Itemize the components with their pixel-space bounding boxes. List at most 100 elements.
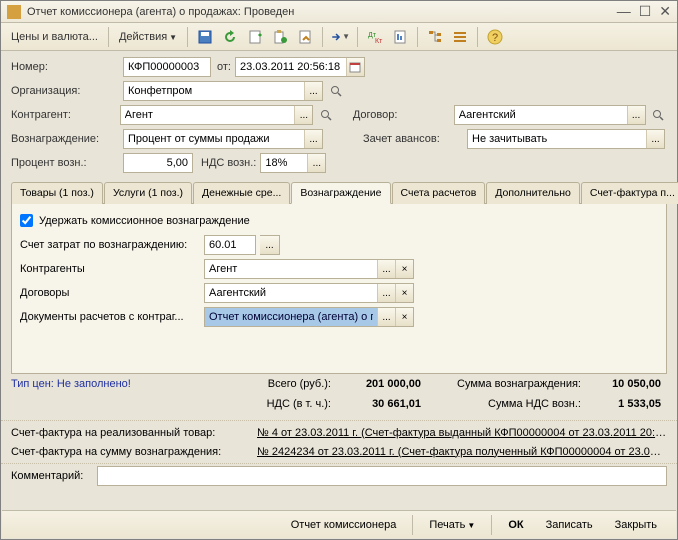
- tab-goods[interactable]: Товары (1 поз.): [11, 182, 103, 204]
- reward-sum-value: 10 050,00: [581, 378, 661, 390]
- totals-block: Тип цен: Не заполнено! Всего (руб.): 201…: [1, 374, 677, 420]
- contract-field[interactable]: ...: [454, 105, 646, 125]
- close-button[interactable]: ✕: [659, 3, 671, 20]
- org-magnify-icon[interactable]: [327, 85, 345, 97]
- sub-docs-label: Документы расчетов с контраг...: [20, 311, 200, 323]
- org-field[interactable]: ...: [123, 81, 323, 101]
- reward-vat-value: 1 533,05: [581, 398, 661, 410]
- invoice-block: Счет-фактура на реализованный товар: № 4…: [1, 420, 677, 463]
- go-icon[interactable]: ▼: [329, 27, 351, 47]
- org-label: Организация:: [11, 85, 119, 97]
- minimize-button[interactable]: —: [617, 3, 631, 20]
- window-title: Отчет комиссионера (агента) о продажах: …: [27, 6, 617, 18]
- titlebar: Отчет комиссионера (агента) о продажах: …: [1, 1, 677, 23]
- list-icon[interactable]: [449, 27, 471, 47]
- debit-credit-icon[interactable]: ДтКт: [364, 27, 386, 47]
- vat-field[interactable]: ...: [260, 153, 326, 173]
- tab-additional[interactable]: Дополнительно: [486, 182, 580, 204]
- sub-contract-label: Договоры: [20, 287, 200, 299]
- org-select-button[interactable]: ...: [304, 82, 322, 100]
- document-icon[interactable]: [244, 27, 266, 47]
- percent-label: Процент возн.:: [11, 157, 119, 169]
- cost-account-label: Счет затрат по вознаграждению:: [20, 239, 200, 251]
- date-field[interactable]: [235, 57, 365, 77]
- contract-magnify-icon[interactable]: [650, 109, 667, 121]
- reward-select-button[interactable]: ...: [304, 130, 322, 148]
- app-icon: [7, 5, 21, 19]
- refresh-icon[interactable]: [219, 27, 241, 47]
- print-dropdown[interactable]: Печать▼: [420, 516, 484, 534]
- transfer-icon[interactable]: [294, 27, 316, 47]
- sf-sale-label: Счет-фактура на реализованный товар:: [11, 427, 251, 439]
- tab-services[interactable]: Услуги (1 поз.): [104, 182, 192, 204]
- save-icon[interactable]: [194, 27, 216, 47]
- counterparty-magnify-icon[interactable]: [317, 109, 334, 121]
- number-field[interactable]: [123, 57, 211, 77]
- sub-contract-field[interactable]: ... ×: [204, 283, 414, 303]
- reward-vat-label: Сумма НДС возн.:: [421, 398, 581, 410]
- from-label: от:: [217, 61, 231, 73]
- prices-currency-button[interactable]: Цены и валюта...: [7, 29, 102, 45]
- sub-docs-clear[interactable]: ×: [395, 308, 413, 326]
- counterparty-field[interactable]: ...: [120, 105, 314, 125]
- hold-reward-checkbox[interactable]: [20, 214, 33, 227]
- sub-counterparty-field[interactable]: ... ×: [204, 259, 414, 279]
- maximize-button[interactable]: ☐: [639, 3, 652, 20]
- actions-dropdown[interactable]: Действия▼: [115, 29, 181, 45]
- reward-sum-label: Сумма вознаграждения:: [421, 378, 581, 390]
- sub-contract-clear[interactable]: ×: [395, 284, 413, 302]
- sf-reward-label: Счет-фактура на сумму вознаграждения:: [11, 446, 251, 458]
- reward-field[interactable]: ...: [123, 129, 323, 149]
- total-value: 201 000,00: [331, 378, 421, 390]
- clipboard-icon[interactable]: [269, 27, 291, 47]
- advance-label: Зачет авансов:: [363, 133, 463, 145]
- sub-docs-select[interactable]: ...: [377, 308, 395, 326]
- advance-select-button[interactable]: ...: [646, 130, 664, 148]
- vat-total-value: 30 661,01: [331, 398, 421, 410]
- comment-field[interactable]: [97, 466, 667, 486]
- sub-counterparty-select[interactable]: ...: [377, 260, 395, 278]
- toolbar: Цены и валюта... Действия▼ ▼ ДтКт ?: [1, 23, 677, 51]
- tab-accounts[interactable]: Счета расчетов: [392, 182, 486, 204]
- svg-text:Кт: Кт: [375, 38, 383, 45]
- cost-account-field[interactable]: [204, 235, 256, 255]
- sub-counterparty-label: Контрагенты: [20, 263, 200, 275]
- tab-reward[interactable]: Вознаграждение: [291, 182, 390, 204]
- vat-select-button[interactable]: ...: [307, 154, 325, 172]
- ok-button[interactable]: ОК: [499, 516, 532, 534]
- tab-reward-body: Удержать комиссионное вознаграждение Сче…: [11, 204, 667, 374]
- tab-strip: Товары (1 поз.) Услуги (1 поз.) Денежные…: [11, 181, 667, 204]
- counterparty-select-button[interactable]: ...: [294, 106, 312, 124]
- hold-reward-label: Удержать комиссионное вознаграждение: [39, 215, 250, 227]
- counterparty-label: Контрагент:: [11, 109, 116, 121]
- report-button[interactable]: Отчет комиссионера: [282, 516, 406, 534]
- sub-contract-select[interactable]: ...: [377, 284, 395, 302]
- bottom-bar: Отчет комиссионера Печать▼ ОК Записать З…: [2, 510, 676, 538]
- vat-total-label: НДС (в т. ч.):: [221, 398, 331, 410]
- advance-field[interactable]: ...: [467, 129, 665, 149]
- vat-label: НДС возн.:: [201, 157, 256, 169]
- svg-text:?: ?: [492, 32, 498, 44]
- number-label: Номер:: [11, 61, 119, 73]
- sf-sale-link[interactable]: № 4 от 23.03.2011 г. (Счет-фактура выдан…: [257, 427, 667, 439]
- percent-field[interactable]: [123, 153, 193, 173]
- total-label: Всего (руб.):: [221, 378, 331, 390]
- sf-reward-link[interactable]: № 2424234 от 23.03.2011 г. (Счет-фактура…: [257, 446, 667, 458]
- close-form-button[interactable]: Закрыть: [606, 516, 666, 534]
- report-icon[interactable]: [389, 27, 411, 47]
- sub-counterparty-clear[interactable]: ×: [395, 260, 413, 278]
- tab-invoice[interactable]: Счет-фактура п...: [581, 182, 678, 204]
- price-type-warning: Тип цен: Не заполнено!: [11, 378, 221, 390]
- contract-select-button[interactable]: ...: [627, 106, 645, 124]
- comment-label: Комментарий:: [11, 470, 91, 482]
- reward-label: Вознаграждение:: [11, 133, 119, 145]
- save-button[interactable]: Записать: [537, 516, 602, 534]
- sub-docs-field[interactable]: ... ×: [204, 307, 414, 327]
- tab-cash[interactable]: Денежные сре...: [193, 182, 290, 204]
- help-icon[interactable]: ?: [484, 27, 506, 47]
- tree-icon[interactable]: [424, 27, 446, 47]
- form-header: Номер: от: Организация: ... Контрагент: …: [1, 51, 677, 374]
- cost-account-select[interactable]: ...: [260, 235, 280, 255]
- calendar-icon[interactable]: [346, 58, 364, 76]
- contract-label: Договор:: [353, 109, 450, 121]
